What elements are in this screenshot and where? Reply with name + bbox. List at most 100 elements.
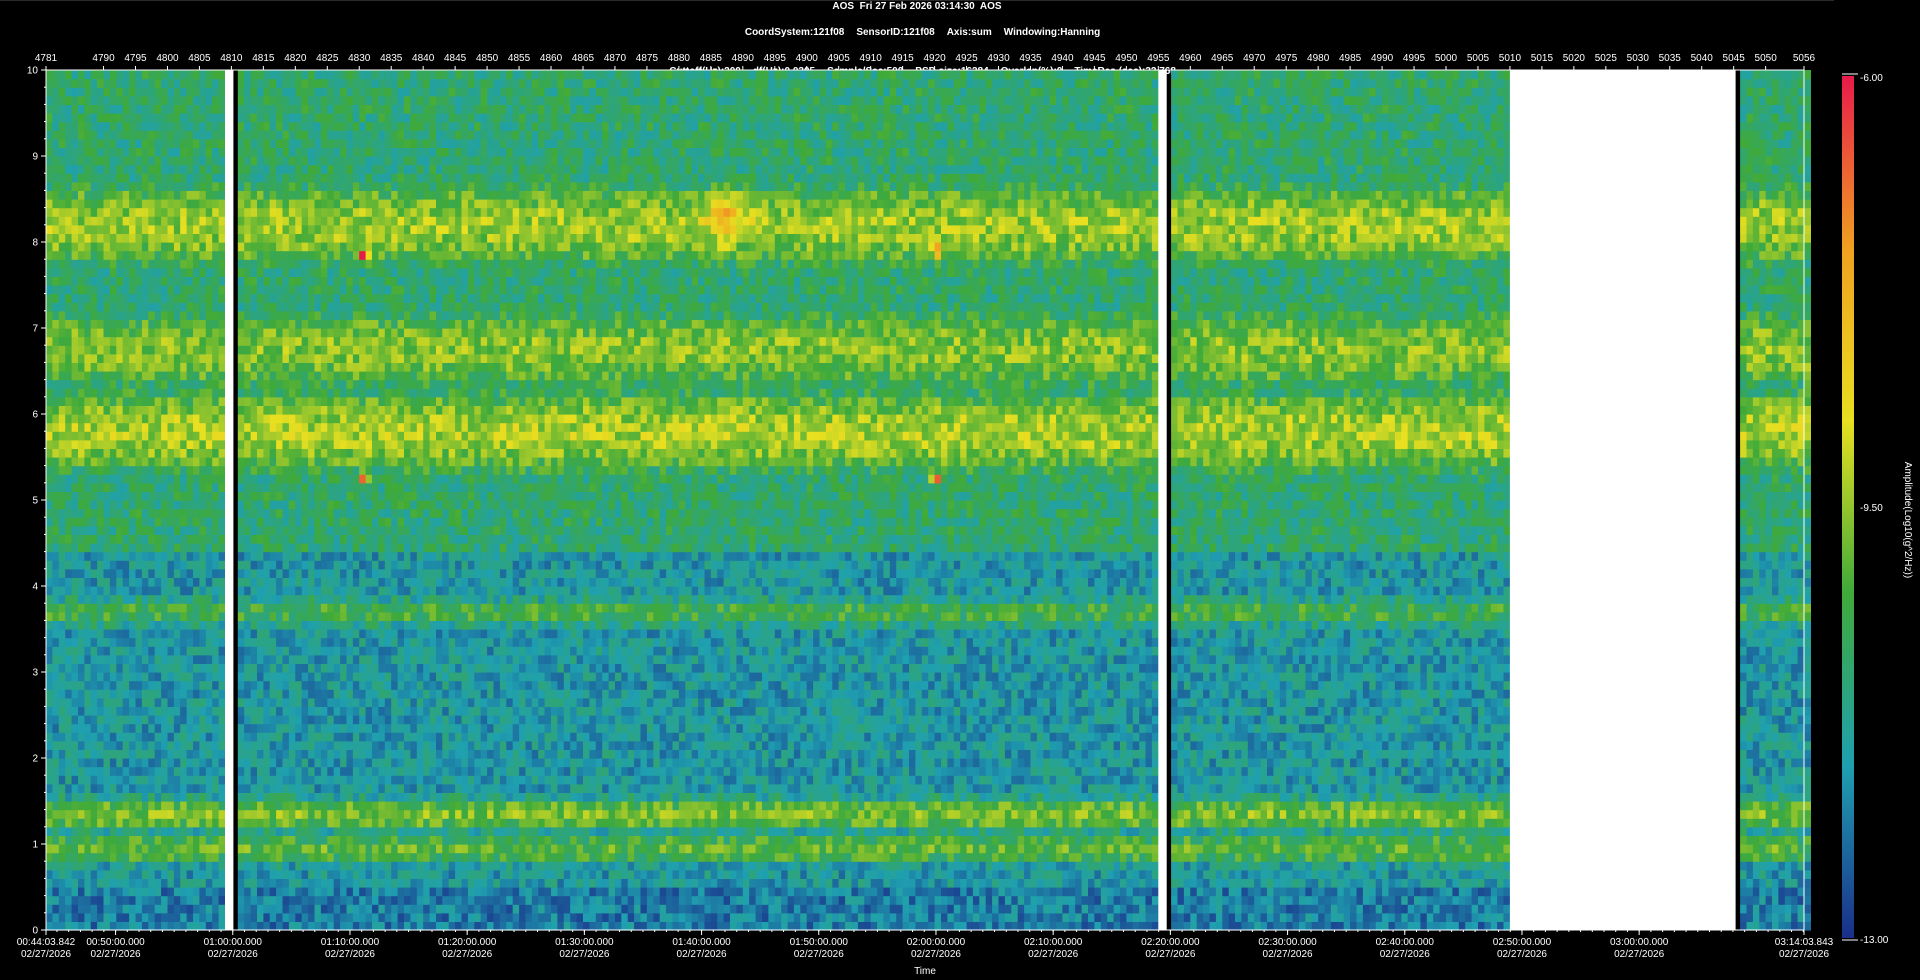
heatmap-cell	[84, 852, 92, 862]
heatmap-cell	[154, 543, 162, 553]
heatmap-cell	[180, 818, 188, 828]
heatmap-cell	[308, 130, 316, 140]
heatmap-cell	[109, 121, 117, 131]
heatmap-cell	[97, 259, 105, 269]
heatmap-cell	[116, 637, 124, 647]
heatmap-cell	[78, 637, 85, 647]
heatmap-cell	[269, 706, 277, 716]
heatmap-cell	[346, 663, 354, 673]
heatmap-cell	[295, 586, 303, 596]
heatmap-cell	[58, 878, 66, 888]
heatmap-cell	[320, 775, 328, 785]
heatmap-cell	[359, 130, 367, 140]
heatmap-cell	[97, 113, 105, 123]
heatmap-cell	[359, 371, 367, 381]
heatmap-cell	[71, 921, 79, 931]
heatmap-cell	[308, 414, 316, 424]
heatmap-cell	[359, 637, 367, 647]
heatmap-cell	[257, 113, 264, 123]
heatmap-cell	[257, 689, 264, 699]
heatmap-cell	[180, 646, 188, 656]
heatmap-cell	[257, 448, 264, 458]
heatmap-cell	[301, 345, 309, 355]
heatmap-column	[308, 70, 316, 931]
heatmap-cell	[340, 388, 348, 398]
heatmap-cell	[173, 293, 181, 303]
heatmap-cell	[276, 594, 284, 604]
heatmap-cell	[186, 715, 194, 725]
heatmap-cell	[263, 766, 271, 776]
heatmap-cell	[269, 904, 277, 914]
heatmap-cell	[116, 302, 124, 312]
heatmap-cell	[282, 689, 290, 699]
heatmap-cell	[167, 448, 175, 458]
heatmap-cell	[78, 878, 85, 888]
heatmap-cell	[205, 654, 213, 664]
heatmap-cell	[340, 474, 348, 484]
heatmap-cell	[365, 233, 373, 243]
heatmap-cell	[186, 775, 194, 785]
heatmap-cell	[180, 164, 188, 174]
heatmap-cell	[288, 758, 296, 768]
heatmap-cell	[52, 414, 60, 424]
heatmap-cell	[173, 586, 181, 596]
heatmap-cell	[218, 869, 226, 879]
heatmap-cell	[78, 921, 85, 931]
heatmap-cell	[161, 396, 169, 406]
heatmap-cell	[154, 104, 162, 114]
heatmap-cell	[71, 835, 79, 845]
heatmap-cell	[167, 594, 175, 604]
heatmap-cell	[205, 517, 213, 527]
heatmap-cell	[250, 199, 258, 209]
heatmap-cell	[327, 138, 335, 148]
heatmap-cell	[359, 233, 367, 243]
heatmap-cell	[58, 242, 66, 252]
heatmap-cell	[237, 199, 245, 209]
heatmap-cell	[141, 577, 149, 587]
heatmap-cell	[212, 543, 220, 553]
heatmap-cell	[333, 723, 341, 733]
heatmap-cell	[161, 362, 169, 372]
heatmap-cell	[154, 801, 162, 811]
heatmap-cell	[288, 130, 296, 140]
heatmap-cell	[340, 482, 348, 492]
heatmap-cell	[269, 620, 277, 630]
heatmap-cell	[129, 414, 137, 424]
heatmap-cell	[116, 697, 124, 707]
heatmap-cell	[58, 611, 66, 621]
heatmap-cell	[52, 181, 60, 191]
heatmap-cell	[263, 371, 271, 381]
heatmap-cell	[65, 749, 73, 759]
heatmap-cell	[122, 904, 130, 914]
heatmap-cell	[52, 792, 60, 802]
heatmap-cell	[212, 422, 220, 432]
heatmap-cell	[78, 216, 85, 226]
heatmap-cell	[161, 233, 169, 243]
heatmap-cell	[90, 852, 98, 862]
heatmap-cell	[161, 482, 169, 492]
heatmap-cell	[148, 775, 156, 785]
heatmap-cell	[90, 663, 98, 673]
heatmap-cell	[365, 603, 373, 613]
heatmap-cell	[52, 534, 60, 544]
heatmap-cell	[193, 465, 200, 475]
heatmap-cell	[282, 620, 290, 630]
heatmap-cell	[71, 345, 79, 355]
heatmap-cell	[301, 199, 309, 209]
heatmap-cell	[218, 181, 226, 191]
heatmap-cell	[365, 895, 373, 905]
heatmap-cell	[320, 371, 328, 381]
heatmap-cell	[109, 233, 117, 243]
heatmap-cell	[212, 113, 220, 123]
heatmap-cell	[122, 749, 130, 759]
heatmap-cell	[327, 861, 335, 871]
heatmap-cell	[71, 844, 79, 854]
heatmap-cell	[161, 379, 169, 389]
heatmap-cell	[327, 534, 335, 544]
heatmap-cell	[288, 362, 296, 372]
spectrogram-chart[interactable]: 0123456789104781 4790 4795 4800 4805 4810 4815…	[0, 0, 1920, 980]
heatmap-cell	[372, 792, 379, 802]
heatmap-cell	[78, 353, 85, 363]
heatmap-cell	[129, 336, 137, 346]
heatmap-cell	[199, 603, 207, 613]
